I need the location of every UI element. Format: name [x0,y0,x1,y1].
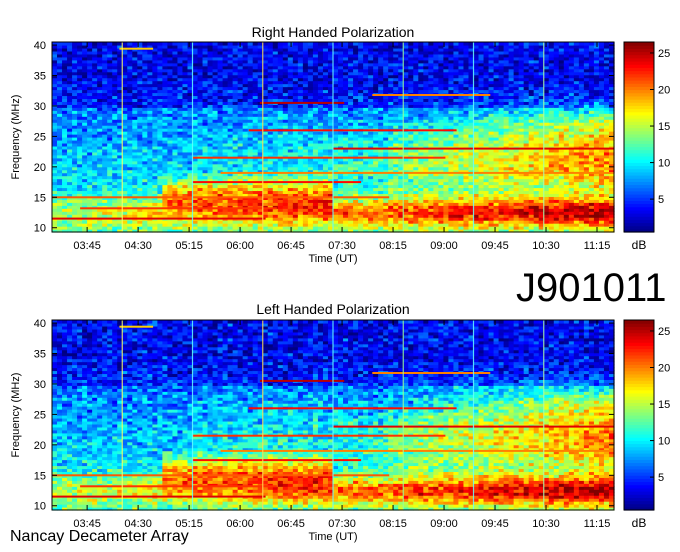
heatmap-cell [217,42,224,46]
heatmap-cell [292,42,299,46]
heatmap-cell [343,42,349,46]
heatmap-cell [77,42,83,46]
heatmap-cell [122,42,128,46]
heatmap-cell [227,42,234,46]
heatmap-cell [423,42,429,46]
heatmap-cell [247,42,254,46]
heatmap-cell [167,42,174,46]
heatmap-cell [112,42,118,46]
heatmap-cell [127,42,133,46]
heatmap-cell [182,42,189,46]
heatmap-cell [317,42,324,46]
heatmap-cell [428,42,434,46]
heatmap-cell [202,42,209,46]
heatmap-cell [157,42,163,46]
heatmap-cell [92,42,98,46]
heatmap-cell [282,42,289,46]
heatmap-cell [242,42,249,46]
heatmap-cell [418,42,424,46]
heatmap-cell [172,42,179,46]
heatmap-cell [348,42,354,46]
heatmap-cell [177,42,184,46]
heatmap-cell [267,42,274,46]
heatmap-cell [358,42,364,46]
heatmap-cell [393,42,399,46]
heatmap-cell [368,42,374,46]
heatmap-cell [408,42,414,46]
heatmap-cell [62,42,68,46]
heatmap-cell [152,42,158,46]
heatmap-cell [72,42,78,46]
heatmap-cell [162,42,169,46]
heatmap-cell [67,42,73,46]
heatmap-cell [363,42,369,46]
heatmap-cell [107,42,113,46]
heatmap-cell [277,42,284,46]
heatmap-cell [252,42,259,46]
heatmap-cell [413,42,419,46]
heatmap-cell [222,42,229,46]
heatmap-cell [212,42,219,46]
heatmap-cell [433,42,439,46]
heatmap-cell [272,42,279,46]
heatmap-cell [262,42,269,46]
heatmap-cell [302,42,309,46]
heatmap-cell [338,42,344,46]
heatmap-cell [297,42,304,46]
heatmap-cell [373,42,379,46]
heatmap-cell [97,42,103,46]
heatmap-cell [438,42,444,46]
heatmap-cell [312,42,319,46]
heatmap-cell [207,42,214,46]
heatmap-cell [378,42,384,46]
heatmap-cell [142,42,148,46]
heatmap-cell [132,42,138,46]
heatmap-cell [147,42,153,46]
heatmap-cell [102,42,108,46]
heatmap-cell [307,42,314,46]
heatmap-cell [197,42,204,46]
heatmap-cell [333,42,339,46]
heatmap-cell [57,42,63,46]
heatmap-cell [383,42,389,46]
heatmap-cell [403,42,409,46]
panel-right-polarization: Right Handed Polarization03:45 04:30 05:15… [10,24,670,265]
heatmap-cell [87,42,93,46]
heatmap-cell [353,42,359,46]
heatmap-cell [232,42,239,46]
heatmap-cell [322,42,329,46]
heatmap-cell [192,42,199,46]
